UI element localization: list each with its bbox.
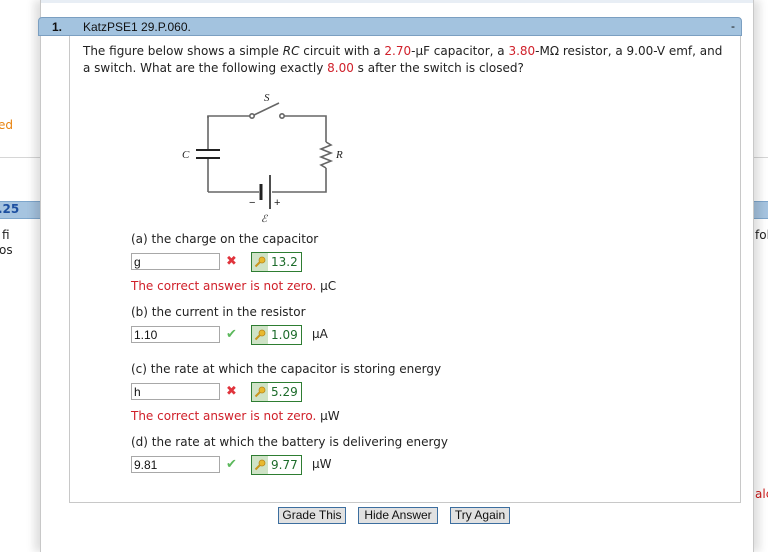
background-question-header	[754, 201, 768, 219]
x-mark-icon: ✖	[226, 384, 237, 399]
hide-answer-button[interactable]: Hide Answer	[358, 507, 438, 524]
part-d: (d) the rate at which the battery is del…	[131, 434, 448, 476]
part-a: (a) the charge on the capacitor ✖ 13.2 T…	[131, 231, 336, 294]
part-d-label: (d) the rate at which the battery is del…	[131, 435, 448, 449]
part-c-correct-answer: 5.29	[251, 382, 302, 402]
resistance-value: 3.80	[508, 44, 536, 58]
background-link-fragment: ed	[0, 118, 13, 132]
switch-label: S	[264, 92, 270, 104]
part-c-unit: µW	[320, 409, 340, 423]
part-c-feedback: The correct answer is not zero. µW	[131, 408, 441, 424]
question-body: The figure below shows a simple RC circu…	[69, 36, 741, 503]
part-b-correct-answer: 1.09	[251, 325, 302, 345]
background-divider	[0, 157, 40, 158]
part-a-feedback: The correct answer is not zero. µC	[131, 278, 336, 294]
background-text-fragment: os	[0, 243, 13, 257]
background-header-fragment: .25	[0, 202, 20, 216]
text-segment: s after the switch is closed?	[353, 61, 524, 75]
part-c-answer-row: ✖ 5.29	[131, 382, 441, 403]
rc-circuit-figure: S C R ℰ − +	[182, 92, 343, 225]
part-c-answer-input[interactable]	[131, 383, 220, 400]
wire	[207, 115, 250, 118]
part-b-unit: µA	[312, 327, 328, 341]
background-text-fragment: fol	[755, 228, 768, 242]
part-d-answer-input[interactable]	[131, 456, 220, 473]
feedback-text: The correct answer is not zero.	[131, 279, 317, 293]
emf-label: ℰ	[261, 214, 268, 225]
part-c-correct-value: 5.29	[271, 385, 298, 399]
text-segment: The figure below shows a simple	[83, 44, 283, 58]
part-b-correct-value: 1.09	[271, 328, 298, 342]
switch-terminal	[249, 112, 256, 119]
capacitor-label: C	[182, 149, 190, 161]
part-c-label: (c) the rate at which the capacitor is s…	[131, 362, 442, 376]
part-c: (c) the rate at which the capacitor is s…	[131, 361, 441, 424]
part-b-answer-input[interactable]	[131, 326, 220, 343]
part-a-answer-input[interactable]	[131, 253, 220, 270]
part-a-label: (a) the charge on the capacitor	[131, 232, 319, 246]
grade-this-button[interactable]: Grade This	[278, 507, 346, 524]
resistor-symbol	[318, 141, 334, 169]
rc-term: RC	[282, 44, 300, 58]
part-a-unit: µC	[320, 279, 337, 293]
text-segment: -µF capacitor, a	[411, 44, 509, 58]
key-icon	[252, 383, 268, 401]
capacitance-value: 2.70	[384, 44, 412, 58]
check-mark-icon: ✔	[226, 327, 237, 342]
key-icon	[252, 456, 268, 474]
question-header: 1. KatzPSE1 29.P.060. -	[38, 17, 742, 36]
part-d-correct-answer: 9.77	[251, 455, 302, 475]
part-d-unit: µW	[312, 457, 332, 471]
question-text: The figure below shows a simple RC circu…	[83, 43, 733, 77]
part-a-correct-answer: 13.2	[251, 252, 302, 272]
key-icon	[252, 326, 268, 344]
part-b: (b) the current in the resistor ✔ 1.09 µ…	[131, 304, 328, 346]
part-b-answer-row: ✔ 1.09 µA	[131, 325, 328, 346]
switch-terminal	[279, 112, 286, 119]
time-value: 8.00	[327, 61, 354, 75]
wire	[272, 168, 327, 193]
question-number: 1.	[52, 20, 63, 34]
part-d-correct-value: 9.77	[271, 458, 298, 472]
check-mark-icon: ✔	[226, 457, 237, 472]
background-text-fragment: alc	[755, 487, 768, 501]
part-a-correct-value: 13.2	[271, 255, 298, 269]
part-b-label: (b) the current in the resistor	[131, 305, 306, 319]
switch-blade	[253, 102, 280, 116]
part-a-answer-row: ✖ 13.2	[131, 252, 336, 273]
minus-label: −	[249, 197, 255, 209]
question-popup: 1. KatzPSE1 29.P.060. - The figure below…	[38, 0, 754, 552]
plus-label: +	[274, 197, 280, 209]
feedback-text: The correct answer is not zero.	[131, 409, 317, 423]
text-segment: circuit with a	[299, 44, 385, 58]
resistor-label: R	[335, 149, 343, 161]
try-again-button[interactable]: Try Again	[450, 507, 510, 524]
x-mark-icon: ✖	[226, 254, 237, 269]
part-d-answer-row: ✔ 9.77 µW	[131, 455, 448, 476]
key-icon	[252, 253, 268, 271]
background-text-fragment: fi	[2, 228, 10, 242]
collapse-button[interactable]: -	[731, 19, 735, 33]
background-divider	[754, 157, 768, 158]
popup-top-edge	[41, 0, 753, 3]
wire	[284, 115, 327, 142]
question-title: KatzPSE1 29.P.060.	[83, 20, 191, 34]
